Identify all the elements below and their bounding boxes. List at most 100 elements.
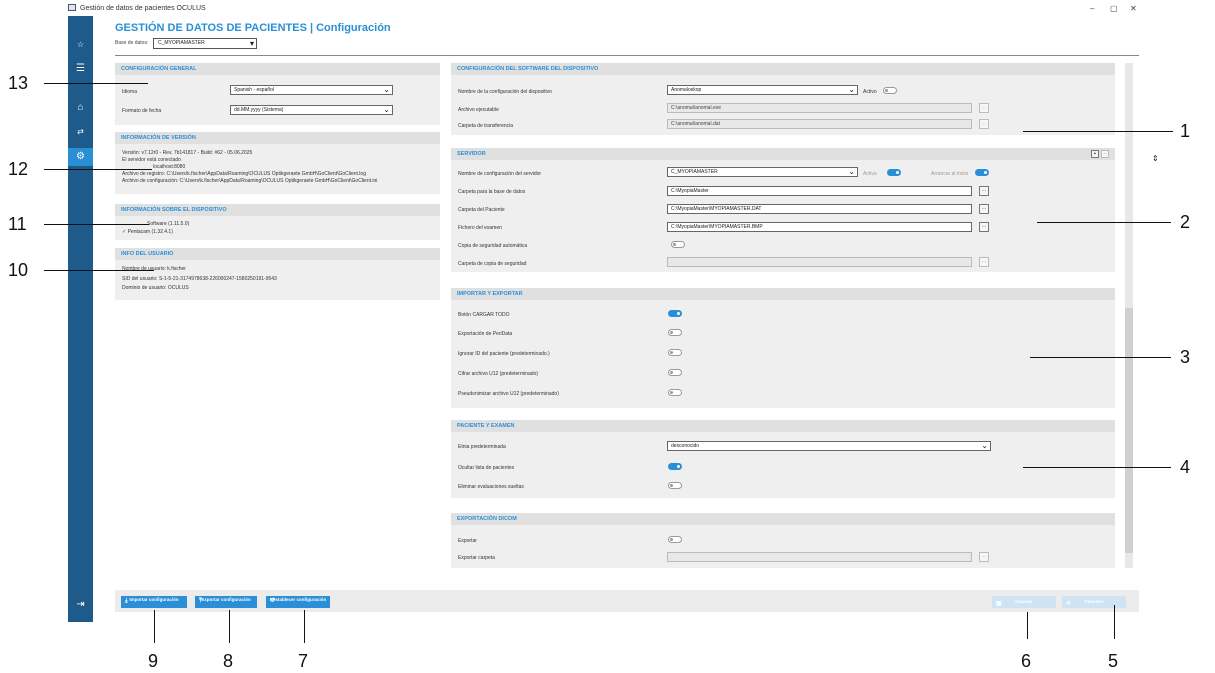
auto-backup-toggle[interactable] xyxy=(671,241,685,248)
server-panel: SERVIDOR + – Nombre de configuración del… xyxy=(451,148,1115,272)
add-server-button[interactable]: + xyxy=(1091,150,1099,158)
panel-title: EXPORTACIÓN DICOM xyxy=(451,513,1115,525)
executable-field[interactable]: C:\anomal\anomal.exe xyxy=(667,103,972,113)
pseudonymize-label: Pseudonimizar archivo U12 (predeterminad… xyxy=(458,391,559,397)
panel-title: PACIENTE Y EXAMEN xyxy=(451,420,1115,432)
user-info-panel: INFO DEL USUARIO Nombre de usuario: k.fi… xyxy=(115,248,440,300)
callout-line-3 xyxy=(1030,357,1171,358)
callout-line-8 xyxy=(229,610,230,643)
exam-file-field[interactable]: C:\MyopiaMaster\MYOPIAMASTER.BMP xyxy=(667,222,972,232)
server-active-toggle[interactable] xyxy=(887,169,901,176)
transfer-icon[interactable]: ⇄ xyxy=(68,123,93,141)
active-label: Activo xyxy=(863,89,877,95)
delete-evals-toggle[interactable] xyxy=(668,482,682,489)
scroll-arrows-icon[interactable]: ⇕ xyxy=(1152,154,1159,163)
import-config-label: Importar configuración xyxy=(129,597,179,602)
settings-icon[interactable]: ⚙ xyxy=(68,148,93,166)
encrypt-u12-toggle[interactable] xyxy=(668,369,682,376)
ignore-id-label: Ignorar ID del paciente (predeterminado.… xyxy=(458,351,550,357)
menu-icon[interactable]: ☰ xyxy=(68,60,93,78)
callout-line-9 xyxy=(154,610,155,643)
device-config-select[interactable]: Anomaloskop ⌄ xyxy=(667,85,858,95)
pseudonymize-toggle[interactable] xyxy=(668,389,682,396)
server-name-value: C_MYOPIAMASTER xyxy=(671,169,718,175)
save-button[interactable]: ▣ Guardar xyxy=(992,596,1056,608)
general-config-panel: CONFIGURACIÓN GENERAL Idioma Spanish - e… xyxy=(115,63,440,125)
cancel-button[interactable]: ✕ Cancelar xyxy=(1062,596,1126,608)
executable-browse-button[interactable]: ... xyxy=(979,103,989,113)
exam-file-browse-button[interactable]: ... xyxy=(979,222,989,232)
maximize-button[interactable]: ▢ xyxy=(1110,4,1118,13)
callout-12: 12 xyxy=(8,159,29,179)
version-info-panel: INFORMACIÓN DE VERSIÓN Versión: v7.12r0 … xyxy=(115,132,440,194)
server-name-select[interactable]: C_MYOPIAMASTER ⌄ xyxy=(667,167,858,177)
database-select[interactable]: C_MYOPIAMASTER xyxy=(153,38,257,49)
date-format-value: dd.MM.yyyy (Sistema) xyxy=(234,107,284,113)
device-config-label: Nombre de la configuración del dispositi… xyxy=(458,89,552,95)
export-config-button[interactable]: ⤒ Exportar configuración xyxy=(195,596,257,608)
upload-icon: ⤒ xyxy=(199,598,202,604)
callout-line-13 xyxy=(44,83,148,84)
device-pentacam-text: ✓ Pentacam (1.32.4.1) xyxy=(122,229,173,235)
minimize-button[interactable]: – xyxy=(1090,4,1094,13)
chevron-down-icon: ⌄ xyxy=(848,85,855,94)
delete-evals-label: Eliminar evaluaciones sueltas xyxy=(458,484,524,490)
dicom-folder-field[interactable] xyxy=(667,552,972,562)
panel-title: SERVIDOR xyxy=(451,148,1115,160)
reset-config-button[interactable]: ↺ Restablecer configuración xyxy=(266,596,330,608)
transfer-folder-label: Carpeta de transferencia xyxy=(458,123,514,129)
server-startup-toggle[interactable] xyxy=(975,169,989,176)
app-icon xyxy=(68,4,76,11)
database-label: Base de datos: xyxy=(115,40,149,46)
server-active-label: Activo xyxy=(863,171,877,177)
callout-5: 5 xyxy=(1108,651,1119,671)
scrollbar-thumb[interactable] xyxy=(1125,308,1133,553)
callout-line-6 xyxy=(1027,612,1028,639)
dicom-export-toggle[interactable] xyxy=(668,536,682,543)
import-config-button[interactable]: ⤓ Importar configuración xyxy=(121,596,187,608)
device-software-text: Software (1.11.5.0) xyxy=(147,221,190,227)
callout-2: 2 xyxy=(1180,212,1191,232)
db-folder-label: Carpeta para la base de datos xyxy=(458,189,526,195)
transfer-folder-field[interactable]: C:\anomal\anomal.dat xyxy=(667,119,972,129)
remove-server-button[interactable]: – xyxy=(1101,150,1109,158)
language-select[interactable]: Spanish - español ⌄ xyxy=(230,85,393,95)
server-address-text: localhost:8080 xyxy=(153,164,186,170)
panel-title: INFORMACIÓN SOBRE EL DISPOSITIVO xyxy=(115,204,440,216)
dicom-folder-browse-button[interactable]: ... xyxy=(979,552,989,562)
load-all-toggle[interactable] xyxy=(668,310,682,317)
close-button[interactable]: ✕ xyxy=(1130,4,1137,13)
transfer-browse-button[interactable]: ... xyxy=(979,119,989,129)
startup-label: Arrancar al inicio xyxy=(931,171,969,177)
callout-4: 4 xyxy=(1180,457,1191,477)
callout-1: 1 xyxy=(1180,121,1191,141)
chevron-down-icon: ⌄ xyxy=(383,105,390,114)
home-icon[interactable]: ⌂ xyxy=(68,99,93,117)
download-icon: ⤓ xyxy=(125,598,128,604)
date-format-select[interactable]: dd.MM.yyyy (Sistema) ⌄ xyxy=(230,105,393,115)
callout-3: 3 xyxy=(1180,347,1191,367)
backup-folder-browse-button[interactable]: ... xyxy=(979,257,989,267)
ethnicity-select[interactable]: desconocido ⌄ xyxy=(667,441,991,451)
callout-line-1 xyxy=(1023,131,1173,132)
ignore-id-toggle[interactable] xyxy=(668,349,682,356)
db-folder-browse-button[interactable]: ... xyxy=(979,186,989,196)
hide-patients-label: Ocultar lista de pacientes xyxy=(458,465,515,471)
server-status-text: El servidor está conectado xyxy=(122,157,181,163)
logout-icon[interactable]: ⇥ xyxy=(68,596,93,614)
cancel-label: Cancelar xyxy=(1084,599,1104,604)
vertical-scrollbar[interactable] xyxy=(1125,63,1133,568)
peridata-toggle[interactable] xyxy=(668,329,682,336)
db-folder-field[interactable]: C:\MyopiaMaster xyxy=(667,186,972,196)
panel-title: CONFIGURACIÓN DEL SOFTWARE DEL DISPOSITI… xyxy=(451,63,1115,75)
device-active-toggle[interactable] xyxy=(883,87,897,94)
backup-folder-field[interactable] xyxy=(667,257,972,267)
patient-folder-field[interactable]: C:\MyopiaMaster\MYOPIAMASTER.DAT xyxy=(667,204,972,214)
hide-patients-toggle[interactable] xyxy=(668,463,682,470)
ethnicity-value: desconocido xyxy=(671,443,700,449)
device-info-panel: INFORMACIÓN SOBRE EL DISPOSITIVO Softwar… xyxy=(115,204,440,240)
patient-folder-browse-button[interactable]: ... xyxy=(979,204,989,214)
header-divider xyxy=(115,55,1139,56)
callout-11: 11 xyxy=(8,214,27,234)
page-header: GESTIÓN DE DATOS DE PACIENTES | Configur… xyxy=(115,22,1139,49)
